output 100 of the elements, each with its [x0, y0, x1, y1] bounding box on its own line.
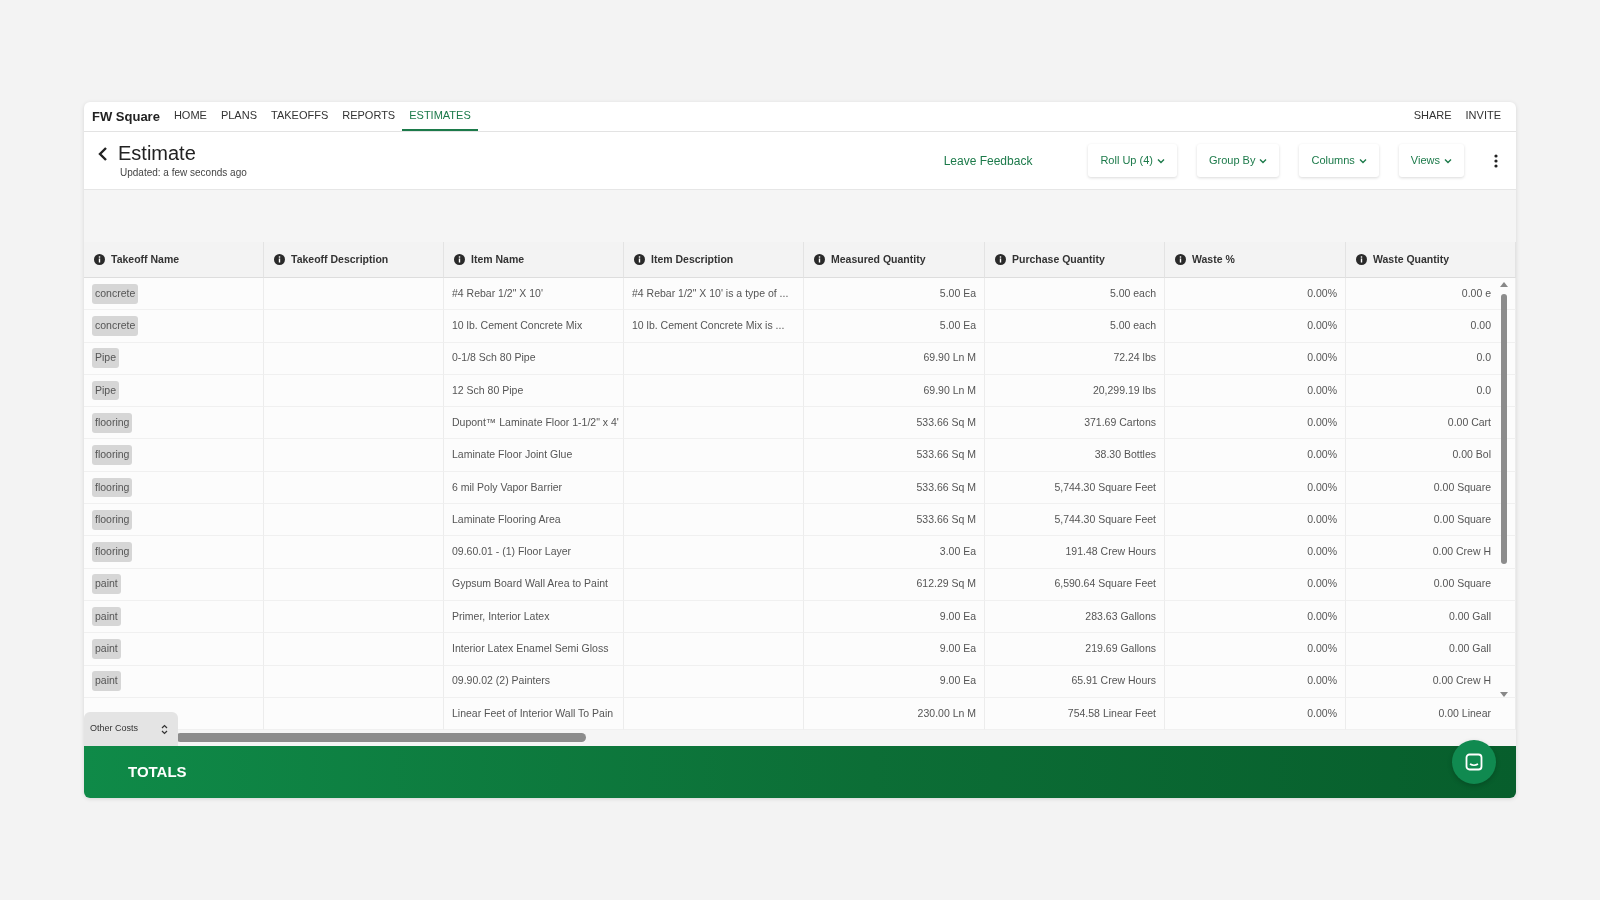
- takeoff-tag: flooring: [92, 477, 133, 498]
- table-cell: 72.24 lbs: [985, 342, 1165, 375]
- column-header[interactable]: Item Name: [444, 242, 624, 278]
- table-cell: 230.00 Ln M: [804, 697, 985, 731]
- caret-icon: [1259, 158, 1268, 165]
- table-cell: 0.00%: [1165, 568, 1346, 601]
- takeoff-tag: Pipe: [92, 348, 119, 369]
- nav-link[interactable]: HOME: [166, 102, 214, 131]
- info-icon: [995, 254, 1006, 265]
- table-cell: 0.00%: [1165, 439, 1346, 472]
- takeoff-tag: paint: [92, 574, 121, 595]
- column-header[interactable]: Takeoff Name: [84, 242, 264, 278]
- column-header[interactable]: Waste %: [1165, 242, 1346, 278]
- info-icon: [814, 254, 825, 265]
- table-cell: 5.00 Ea: [804, 278, 985, 311]
- table-cell: 0.00%: [1165, 536, 1346, 569]
- takeoff-tag: paint: [92, 671, 121, 692]
- other-costs-select[interactable]: Other Costs: [84, 712, 178, 746]
- info-icon: [634, 254, 645, 265]
- table-cell: 5,744.30 Square Feet: [985, 471, 1165, 505]
- table-cell: 191.48 Crew Hours: [985, 536, 1165, 569]
- table-cell: 533.66 Sq M: [804, 407, 985, 440]
- takeoff-tag: concrete: [92, 316, 139, 336]
- dropdown-button[interactable]: Group By: [1196, 144, 1280, 177]
- chat-icon[interactable]: [1452, 740, 1496, 784]
- table-cell: Primer, Interior Latex: [444, 600, 624, 634]
- table-cell: 65.91 Crew Hours: [985, 665, 1165, 698]
- takeoff-tag: concrete: [92, 283, 139, 304]
- table-cell: 10 lb. Cement Concrete Mix is ...: [624, 310, 804, 343]
- dropdown-button[interactable]: Roll Up (4): [1088, 144, 1177, 177]
- takeoff-tag: flooring: [92, 445, 133, 465]
- nav-link[interactable]: REPORTS: [335, 102, 403, 131]
- header-label: Takeoff Description: [291, 251, 389, 267]
- column-header[interactable]: Purchase Quantity: [985, 242, 1165, 278]
- table-cell: Laminate Floor Joint Glue: [444, 439, 624, 472]
- table-cell: 0.00%: [1165, 600, 1346, 634]
- table-cell: 38.30 Bottles: [985, 439, 1165, 472]
- brand-name: FW Square: [92, 107, 161, 126]
- table-cell: Gypsum Board Wall Area to Paint: [444, 568, 624, 601]
- nav-link[interactable]: ESTIMATES: [402, 102, 478, 131]
- table-cell: 09.90.02 (2) Painters: [444, 665, 624, 698]
- table-cell: 10 lb. Cement Concrete Mix: [444, 310, 624, 343]
- info-icon: [1356, 254, 1367, 265]
- table-cell: 12 Sch 80 Pipe: [444, 374, 624, 408]
- table-cell: 0.00 Linear: [1346, 697, 1516, 731]
- column-header[interactable]: Takeoff Description: [264, 242, 444, 278]
- header-label: Item Description: [651, 251, 734, 267]
- table-cell: 0.00%: [1165, 278, 1346, 311]
- dropdown-button[interactable]: Columns: [1299, 144, 1379, 177]
- table-cell: 3.00 Ea: [804, 536, 985, 569]
- nav-link[interactable]: PLANS: [213, 102, 264, 131]
- takeoff-tag: paint: [92, 606, 121, 627]
- page-title: Estimate: [118, 141, 196, 165]
- horizontal-scrollbar[interactable]: [176, 733, 586, 742]
- takeoff-tag: Pipe: [92, 380, 119, 401]
- updated-text: Updated: a few seconds ago: [120, 166, 247, 180]
- column-header[interactable]: Waste Quantity: [1346, 242, 1516, 278]
- table-cell: 5.00 Ea: [804, 310, 985, 343]
- table-cell: #4 Rebar 1/2" X 10' is a type of ...: [624, 278, 804, 311]
- table-cell: 9.00 Ea: [804, 665, 985, 698]
- takeoff-tag: flooring: [92, 509, 133, 530]
- updown-icon: [161, 723, 168, 735]
- header-label: Purchase Quantity: [1012, 251, 1105, 267]
- table-cell: 69.90 Ln M: [804, 342, 985, 375]
- table-cell: 0.00%: [1165, 310, 1346, 343]
- info-icon: [274, 254, 285, 265]
- table-cell: 9.00 Ea: [804, 633, 985, 666]
- dropdown-button[interactable]: Views: [1398, 144, 1464, 177]
- takeoff-tag: flooring: [92, 412, 133, 433]
- table-cell: #4 Rebar 1/2" X 10': [444, 278, 624, 311]
- table-cell: 0.00%: [1165, 374, 1346, 408]
- table-cell: 0.00 Gall: [1346, 633, 1516, 666]
- header-label: Measured Quantity: [831, 251, 926, 267]
- table-cell: 0.00%: [1165, 665, 1346, 698]
- column-header[interactable]: Item Description: [624, 242, 804, 278]
- info-icon: [94, 254, 105, 265]
- table-cell: 0.00%: [1165, 697, 1346, 731]
- caret-icon: [1358, 158, 1367, 165]
- info-icon: [454, 254, 465, 265]
- nav-link[interactable]: TAKEOFFS: [264, 102, 336, 131]
- nav-link[interactable]: INVITE: [1458, 102, 1508, 131]
- table-cell: 20,299.19 lbs: [985, 374, 1165, 408]
- table-cell: 6 mil Poly Vapor Barrier: [444, 471, 624, 505]
- table-cell: 5.00 each: [985, 310, 1165, 343]
- feedback-link[interactable]: Leave Feedback: [937, 150, 1039, 171]
- caret-icon: [1156, 158, 1165, 165]
- table-cell: 0.00 Gall: [1346, 600, 1516, 634]
- table-cell: Laminate Flooring Area: [444, 504, 624, 537]
- table-cell: Interior Latex Enamel Semi Gloss: [444, 633, 624, 666]
- table-cell: 6,590.64 Square Feet: [985, 568, 1165, 601]
- table-cell: 754.58 Linear Feet: [985, 697, 1165, 731]
- table-cell: 0.00%: [1165, 471, 1346, 505]
- table-cell: Dupont™ Laminate Floor 1-1/2" x 4': [444, 407, 624, 440]
- column-header[interactable]: Measured Quantity: [804, 242, 985, 278]
- info-icon: [1175, 254, 1186, 265]
- takeoff-tag: flooring: [92, 542, 133, 562]
- table-cell: 533.66 Sq M: [804, 504, 985, 537]
- header-label: Waste %: [1192, 251, 1235, 267]
- header-label: Takeoff Name: [111, 251, 180, 267]
- nav-link[interactable]: SHARE: [1406, 102, 1459, 131]
